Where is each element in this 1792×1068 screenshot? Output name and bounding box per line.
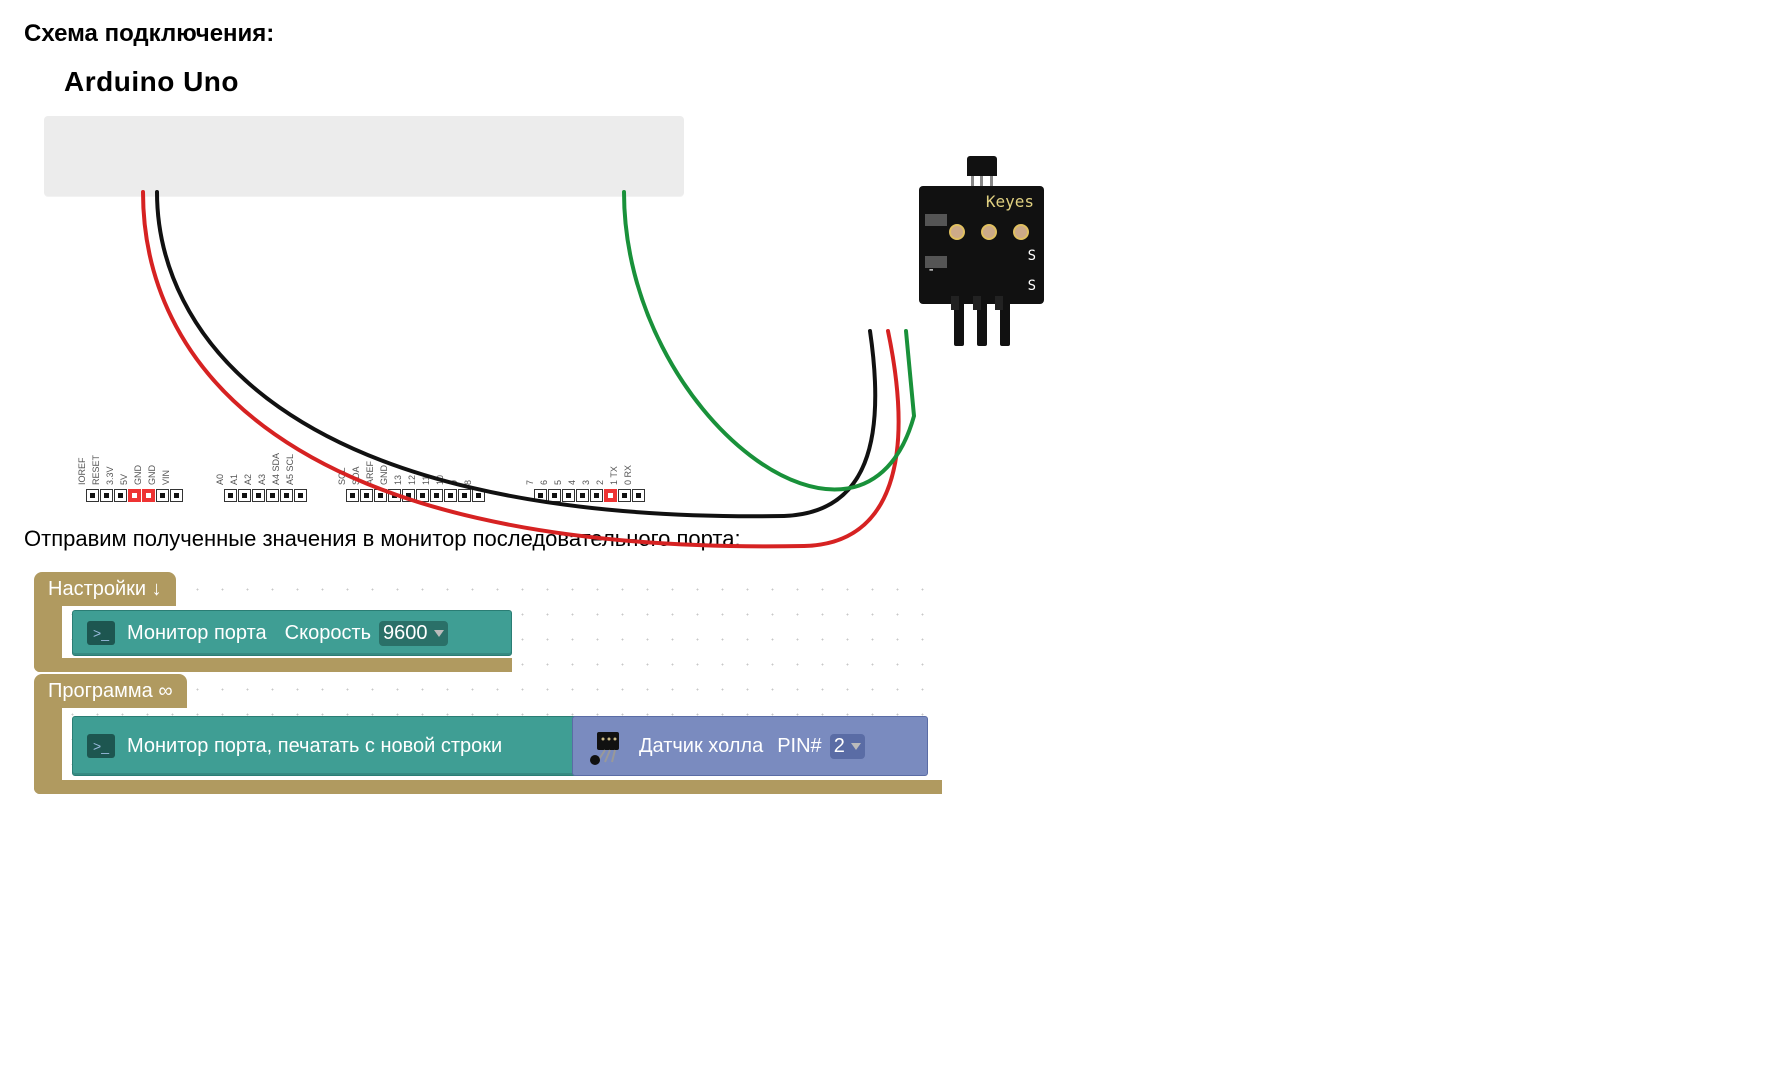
sensor-label-s2: S <box>1028 278 1036 294</box>
arduino-pin-3.3v: 3.3V <box>114 489 127 502</box>
sensor-pcb: Keyes S - S <box>919 186 1044 304</box>
hall-sensor-module: Keyes S - S <box>919 156 1044 346</box>
arduino-pin-1tx: 1 TX <box>618 489 631 502</box>
sensor-brand: Keyes <box>986 192 1034 211</box>
monitor-port-block[interactable]: >_ Монитор порта Скорость 9600 <box>72 610 512 656</box>
speed-label: Скорость <box>285 622 371 645</box>
settings-hat[interactable]: Настройки ↓ <box>34 572 176 606</box>
arduino-pin-gnd: GND <box>156 489 169 502</box>
arduino-pin-12: 12 <box>416 489 429 502</box>
speed-value: 9600 <box>383 622 428 645</box>
arduino-pin-sda: SDA <box>360 489 373 502</box>
sensor-label-s: S <box>1028 248 1036 264</box>
arduino-pin-row: IOREFRESET3.3V5VGNDGNDVINA0A1A2A3A4 SDAA… <box>44 480 684 502</box>
chevron-down-icon <box>434 630 444 637</box>
arduino-pin-5: 5 <box>562 489 575 502</box>
pin-value: 2 <box>834 735 845 758</box>
arduino-pin-2: 2 <box>604 489 617 502</box>
wire-gnd <box>157 192 875 516</box>
arduino-pin-9: 9 <box>458 489 471 502</box>
terminal-icon: >_ <box>87 621 115 645</box>
arduino-pin-a1: A1 <box>238 489 251 502</box>
board-name: Arduino Uno <box>64 66 1768 98</box>
chevron-down-icon <box>851 743 861 750</box>
speed-dropdown[interactable]: 9600 <box>379 621 448 646</box>
arduino-pin-4: 4 <box>576 489 589 502</box>
hall-sensor-label: Датчик холла <box>639 735 763 758</box>
arduino-pin-11: 11 <box>430 489 443 502</box>
arduino-pin-5v: 5V <box>128 489 141 502</box>
wire-signal <box>624 192 914 489</box>
monitor-port-label: Монитор порта <box>127 622 267 645</box>
arduino-pin-reset: RESET <box>100 489 113 502</box>
hall-sensor-block[interactable]: Датчик холла PIN# 2 <box>572 716 928 776</box>
arduino-pin-a0: A0 <box>224 489 237 502</box>
arduino-pin-a2: A2 <box>252 489 265 502</box>
println-label: Монитор порта, печатать с новой строки <box>127 735 502 758</box>
pin-dropdown[interactable]: 2 <box>830 734 865 759</box>
arduino-pin-aref: AREF <box>374 489 387 502</box>
terminal-icon: >_ <box>87 734 115 758</box>
arduino-pin-gnd: GND <box>388 489 401 502</box>
println-block[interactable]: >_ Монитор порта, печатать с новой строк… <box>72 716 580 776</box>
block-code-area: Настройки ↓ >_ Монитор порта Скорость 96… <box>24 566 924 811</box>
arduino-pin-ioref: IOREF <box>86 489 99 502</box>
arduino-pin-10: 10 <box>444 489 457 502</box>
arduino-pin-13: 13 <box>402 489 415 502</box>
arduino-pin-scl: SCL <box>346 489 359 502</box>
section-title: Схема подключения: <box>24 20 1768 48</box>
arduino-pin-8: 8 <box>472 489 485 502</box>
arduino-pin-0rx: 0 RX <box>632 489 645 502</box>
arduino-pin-a3: A3 <box>266 489 279 502</box>
pin-label: PIN# <box>777 735 821 758</box>
program-hat[interactable]: Программа ∞ <box>34 674 187 708</box>
arduino-pin-gnd: GND <box>142 489 155 502</box>
serial-intro-text: Отправим полученные значения в монитор п… <box>24 526 1768 552</box>
arduino-pin-a5scl: A5 SCL <box>294 489 307 502</box>
arduino-pin-6: 6 <box>548 489 561 502</box>
sensor-icon <box>581 724 629 768</box>
sensor-label-minus: - <box>927 262 935 278</box>
arduino-pin-3: 3 <box>590 489 603 502</box>
arduino-pin-vin: VIN <box>170 489 183 502</box>
arduino-pin-a4sda: A4 SDA <box>280 489 293 502</box>
arduino-pin-7: 7 <box>534 489 547 502</box>
wiring-diagram: IOREFRESET3.3V5VGNDGNDVINA0A1A2A3A4 SDAA… <box>44 116 1094 506</box>
arduino-header-strip <box>44 116 684 196</box>
